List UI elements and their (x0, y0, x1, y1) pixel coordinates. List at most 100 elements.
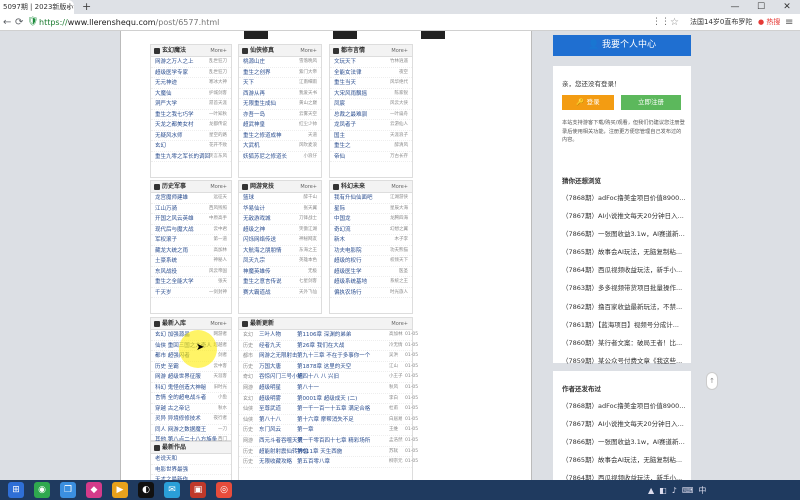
list-item[interactable]: 重生之全能大学 张天 (151, 277, 231, 288)
book-title[interactable]: 闪烁网络传送 (243, 235, 305, 245)
book-title[interactable]: 龙宫魔师建雄 (155, 193, 217, 203)
book-title[interactable]: 东风战役 (155, 267, 217, 277)
table-row[interactable]: 历史 超能射射震仙转神兽 第511章 天生西施 苏轼 01-05 (239, 447, 418, 458)
list-item[interactable]: 无疑风水师 星空的路 (151, 131, 231, 141)
chapter-link[interactable]: 第一章 (297, 425, 314, 435)
book-title[interactable]: 超级系统基地 (334, 277, 396, 287)
book-title[interactable]: 重生之我七巧学 (155, 110, 217, 120)
author-post-link[interactable]: （7864期）西瓜视频收益玩法，新手小... (562, 469, 688, 480)
list-item[interactable]: 中国龙 龙腾四海 (330, 214, 412, 225)
chapter-link[interactable]: 第511章 天生西施 (297, 447, 342, 457)
book-title[interactable]: 现代后与魔大战 (155, 225, 217, 235)
book-title[interactable]: 无限收藏攻略 (259, 457, 292, 467)
chapter-link[interactable]: 第九十三章 不在于多事你一个 (297, 351, 370, 361)
book-title[interactable]: 西游从再 (243, 89, 305, 99)
list-item[interactable]: 桃源山庄 雪落晚风 (239, 57, 321, 68)
new-tab-button[interactable]: + (82, 0, 91, 14)
list-item[interactable]: 开国之风云英雄 中原高手 (151, 214, 231, 225)
author-post-link[interactable]: （7867期）AI小说推文每天20分钟日入... (562, 415, 688, 433)
taskbar-app-icon[interactable]: ◉ (34, 482, 50, 498)
list-item[interactable]: 重生之意言传说 七星剑客 (239, 277, 321, 288)
book-title[interactable]: 万国大唐 (259, 362, 281, 372)
table-row[interactable]: 网游 西元斗者吞噬天灵 第一千零百四十七章 精彩场所 孟浩然 01-05 (239, 436, 418, 447)
book-title[interactable]: 重生之创界 (243, 68, 305, 78)
list-item[interactable]: 千天岁 一剑封神 (151, 288, 231, 298)
taskbar-app-icon[interactable]: ◐ (138, 482, 154, 498)
book-title[interactable]: 赛大霸道战 (243, 288, 305, 298)
book-title[interactable]: 重生当天 (334, 78, 396, 88)
chapter-link[interactable]: 第26章 我们在大战 (297, 341, 344, 351)
recommend-link[interactable]: （7860期）某行者文案：破局王者！比... (562, 334, 688, 352)
list-item[interactable]: 电影世界最强 (151, 465, 231, 475)
close-window-icon[interactable]: ✕ (774, 0, 800, 14)
register-button[interactable]: 立即注册 (621, 95, 681, 110)
book-title[interactable]: 天下 (243, 78, 305, 88)
list-item[interactable]: 重生当天 风华绝代 (330, 78, 412, 89)
menu-icon[interactable]: ≡ (785, 15, 793, 30)
list-item[interactable]: 科幻 鬼怪创造大神秘 旧时光 (151, 383, 231, 393)
chapter-link[interactable]: 第一千一百一十五章 满足合格 (297, 404, 370, 414)
book-title[interactable]: 灵异 异境修修技术 (155, 414, 217, 424)
list-item[interactable]: 亦吾一岛 云雾天空 (239, 110, 321, 120)
recommend-link[interactable]: （7868期）adFoc撸美金项目价值8900... (562, 189, 688, 207)
list-item[interactable]: 玄幻 花开不败 (151, 141, 231, 152)
list-item[interactable]: 偏执农场行 时光旅人 (330, 288, 412, 298)
taskbar-app-icon[interactable]: ✉ (164, 482, 180, 498)
book-title[interactable]: 网游之万人之上 (155, 57, 217, 67)
book-title[interactable]: 超级的权行 (334, 256, 396, 266)
list-item[interactable]: 新木 木子李 (330, 235, 412, 246)
list-item[interactable]: 重生之创界 紫门大帝 (239, 68, 321, 78)
taskbar-app-icon[interactable]: ▶ (112, 482, 128, 498)
taskbar-app-icon[interactable]: ◎ (216, 482, 232, 498)
table-row[interactable]: 历史 经者九天 第26章 我们在大战 冷无情 01-05 (239, 341, 418, 352)
list-item[interactable]: 篮球 醉千山 (239, 193, 321, 204)
list-item[interactable]: 凤天九宗 英雄本色 (239, 256, 321, 267)
book-title[interactable]: 中国龙 (334, 214, 396, 224)
list-item[interactable]: 文玩天下 竹林逍遥 (330, 57, 412, 68)
taskbar-app-icon[interactable]: ◆ (86, 482, 102, 498)
book-title[interactable]: 凤天九宗 (243, 256, 305, 266)
recommend-link[interactable]: （7862期）撸百家收益最新玩法，不禁... (562, 298, 688, 316)
book-title[interactable]: 重生之意言传说 (243, 277, 305, 287)
book-title[interactable]: 新木 (334, 235, 396, 245)
list-item[interactable]: 现代后与魔大战 云中君 (151, 225, 231, 235)
list-item[interactable]: 我有升仙仙面吧 江湖游侠 (330, 193, 412, 204)
book-title[interactable]: 大宋风雨飘摇 (334, 89, 396, 99)
list-item[interactable]: 重生之修道成神 天道 (239, 131, 321, 141)
table-row[interactable]: 奇幻 吞惊闪门三号小组 第四十八 八 兴旧 小王子 01-05 (239, 372, 418, 383)
book-title[interactable]: 无敌游戏城 (243, 214, 305, 224)
list-item[interactable]: 华易仙计 张天翼 (239, 204, 321, 214)
book-title[interactable]: 重生之 (334, 141, 396, 151)
url-field[interactable]: 🛡 https://www.llerenshequ.com/post/6577.… (27, 16, 667, 29)
table-row[interactable]: 历史 无限收藏攻略 第五百零八章 柳宗元 01-05 (239, 457, 418, 468)
my-center-button[interactable]: 👤 我要个人中心 (553, 35, 691, 56)
list-item[interactable]: 赛大霸道战 天外飞仙 (239, 288, 321, 298)
table-row[interactable]: 历史 东门风云 第一章 王维 01-05 (239, 425, 418, 436)
minimize-icon[interactable]: — (722, 0, 748, 14)
book-title[interactable]: 我有升仙仙面吧 (334, 193, 396, 203)
list-item[interactable]: 天龙之都美女村 龙都传说 (151, 120, 231, 131)
table-row[interactable]: 玄幻 三叶人物 第1106章 深渊的弟弟 高加林 01-05 (239, 330, 418, 341)
list-item[interactable]: 重生九零之军长的调回 笑言东风 (151, 152, 231, 162)
book-title[interactable]: 超级之神 (243, 225, 305, 235)
book-title[interactable]: 超武神皇 (243, 120, 305, 130)
book-title[interactable]: 超级明星 (259, 383, 281, 393)
list-item[interactable]: 重生之我七巧学 一叶知秋 (151, 110, 231, 120)
list-item[interactable]: 江山万骑 西风残照 (151, 204, 231, 214)
more-link[interactable]: More+ (210, 318, 227, 330)
list-item[interactable]: 言情 全的超电战斗者 小鱼 (151, 393, 231, 404)
book-title[interactable]: 土豪系统 (155, 256, 217, 266)
recommend-link[interactable]: （7865期）故事会AI玩法，无脑复制粘... (562, 243, 688, 261)
table-row[interactable]: 仙侠 至尊武道 第一千一百一十五章 满足合格 杜甫 01-05 (239, 404, 418, 415)
book-title[interactable]: 东门风云 (259, 425, 281, 435)
chapter-link[interactable]: 第十六章 摩帮消失不足 (297, 415, 354, 425)
book-title[interactable]: 无疑风水师 (155, 131, 217, 141)
chapter-link[interactable]: 第五百零八章 (297, 457, 330, 467)
book-title[interactable]: 凤宸 (334, 99, 396, 109)
recommend-link[interactable]: （7866期）一张图收益3.1w，AI赛道新... (562, 225, 688, 243)
list-item[interactable]: 灵异 异境修修技术 夜行者 (151, 414, 231, 425)
list-item[interactable]: 帝仙 万古长存 (330, 152, 412, 162)
more-link[interactable]: More+ (391, 181, 408, 193)
book-title[interactable]: 妖狐苏尼之修道长 (243, 152, 305, 162)
list-item[interactable]: 西游从再 我爱天书 (239, 89, 321, 99)
